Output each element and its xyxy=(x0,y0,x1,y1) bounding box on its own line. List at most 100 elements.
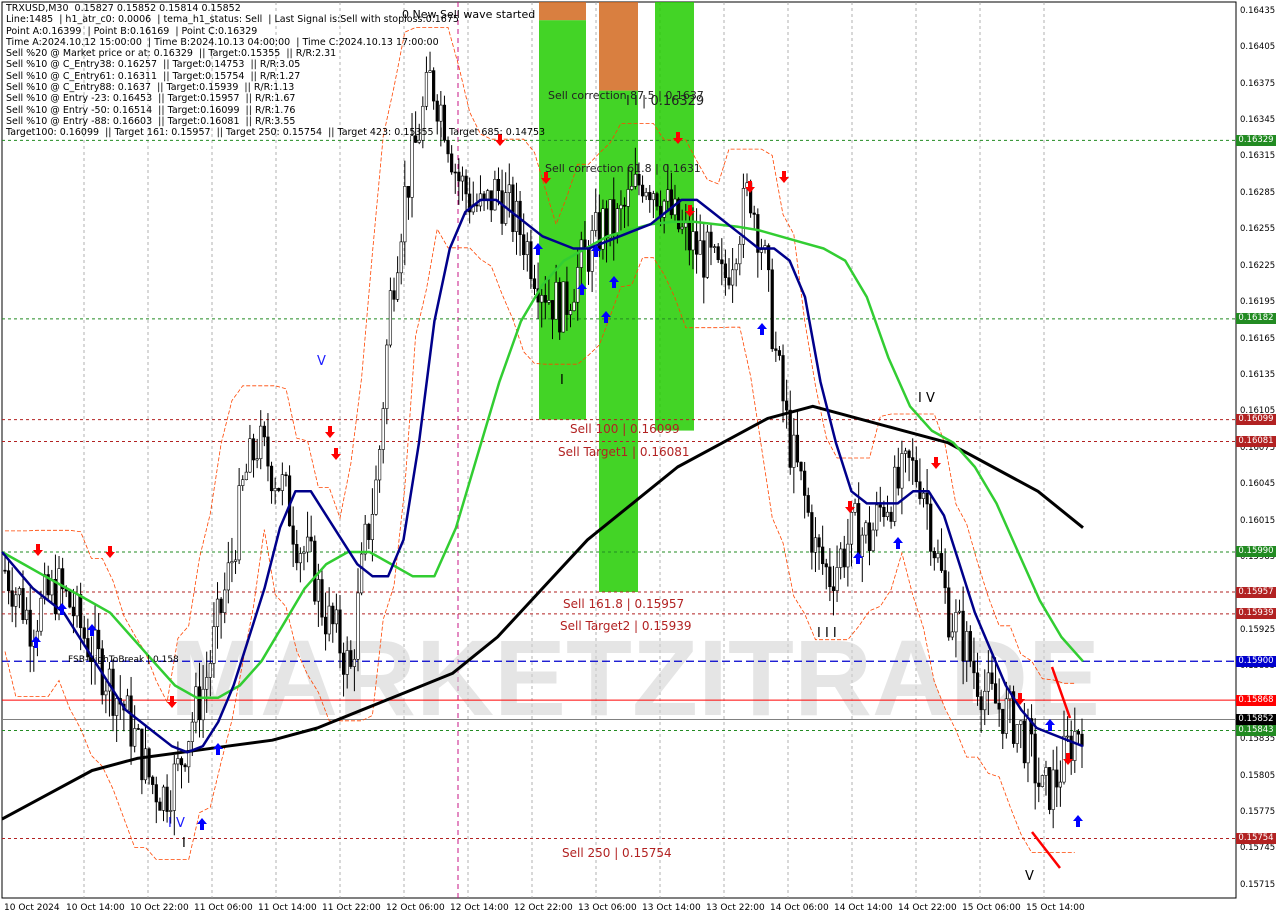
candle-body xyxy=(446,140,450,155)
candle-body xyxy=(698,240,702,255)
orange-zone xyxy=(539,2,586,21)
candle-body xyxy=(997,702,1001,710)
candle-body xyxy=(385,344,389,409)
sell-target2-label: Sell Target2 | 0.15939 xyxy=(560,619,692,633)
candle-body xyxy=(925,492,929,505)
candle-body xyxy=(615,208,619,235)
candle-body xyxy=(248,438,252,473)
candle-body xyxy=(359,553,364,594)
candle-body xyxy=(554,282,558,320)
candle-body xyxy=(316,579,320,602)
candle-body xyxy=(345,650,349,675)
price-axis-tick: 0.16015 xyxy=(1240,515,1276,526)
candle-body xyxy=(867,522,872,552)
candle-body xyxy=(644,192,648,197)
candle-body xyxy=(576,267,580,303)
price-tag: 0.15852 xyxy=(1236,714,1276,726)
candle-body xyxy=(716,246,720,261)
candle-body xyxy=(525,241,529,256)
candle-body xyxy=(363,523,367,555)
candle-body xyxy=(201,688,205,721)
candle-body xyxy=(176,758,180,765)
candle-body xyxy=(777,350,782,356)
candle-body xyxy=(313,540,317,602)
candle-body xyxy=(212,626,216,664)
candle-body xyxy=(622,204,627,207)
candle-body xyxy=(691,231,695,251)
candle-body xyxy=(323,616,328,635)
price-axis-tick: 0.16405 xyxy=(1240,42,1276,53)
candle-body xyxy=(151,776,155,785)
info-line: Time A:2024.10.12 15:00:00 | Time B:2024… xyxy=(6,36,439,48)
candle-body xyxy=(341,652,346,675)
candle-body xyxy=(655,193,659,207)
candle-body xyxy=(136,728,140,730)
candle-body xyxy=(21,588,25,621)
candle-body xyxy=(630,186,634,190)
price-axis-tick: 0.16225 xyxy=(1240,260,1276,271)
candle-body xyxy=(893,466,897,522)
candle-body xyxy=(43,574,47,599)
candle-body xyxy=(885,511,890,518)
candle-body xyxy=(565,281,569,315)
candle-body xyxy=(399,241,403,274)
candle-body xyxy=(900,453,904,489)
candle-body xyxy=(835,567,839,591)
candle-body xyxy=(558,282,562,333)
price-axis-tick: 0.16045 xyxy=(1240,479,1276,490)
candle-body xyxy=(842,548,846,568)
price-tag: 0.15900 xyxy=(1236,655,1276,667)
time-axis-tick: 14 Oct 06:00 xyxy=(770,903,829,913)
candle-body xyxy=(831,586,836,591)
candle-body xyxy=(839,548,843,568)
candle-body xyxy=(115,698,119,716)
candle-body xyxy=(824,563,828,568)
wave-v-top: V xyxy=(317,354,326,369)
candle-body xyxy=(352,658,356,667)
sell-correction-618-label: Sell correction 61.8 | 0.1631 xyxy=(545,162,701,175)
candle-body xyxy=(237,485,241,561)
candle-body xyxy=(1019,720,1023,725)
candle-body xyxy=(486,190,490,200)
candle-body xyxy=(129,695,133,747)
info-line: Sell %20 @ Market price or at: 0.16329 |… xyxy=(6,48,337,60)
candle-body xyxy=(684,222,688,228)
candle-body xyxy=(770,269,774,350)
candle-body xyxy=(702,240,706,278)
candle-body xyxy=(17,588,22,596)
candle-body xyxy=(550,300,555,320)
candle-body xyxy=(608,199,612,239)
candle-body xyxy=(273,488,277,492)
wave-v-bottom: V xyxy=(1025,869,1034,884)
candle-body xyxy=(3,569,7,572)
candle-body xyxy=(637,173,641,186)
price-axis-tick: 0.16285 xyxy=(1240,187,1276,198)
candle-body xyxy=(75,594,79,617)
candle-body xyxy=(979,696,983,711)
candle-body xyxy=(298,553,302,564)
candle-body xyxy=(633,173,637,187)
candle-body xyxy=(993,683,998,704)
candle-body xyxy=(651,193,655,201)
time-axis-tick: 15 Oct 06:00 xyxy=(962,903,1021,913)
candle-body xyxy=(25,609,29,621)
price-axis-tick: 0.16345 xyxy=(1240,114,1276,125)
candle-body xyxy=(417,139,421,143)
candle-body xyxy=(219,598,223,613)
time-axis-tick: 13 Oct 06:00 xyxy=(578,903,637,913)
candle-body xyxy=(669,189,673,216)
candle-body xyxy=(986,672,990,692)
candle-body xyxy=(226,562,230,591)
candle-body xyxy=(161,786,166,811)
candle-body xyxy=(154,784,158,803)
candle-body xyxy=(1047,767,1052,810)
candle-body xyxy=(320,579,324,618)
candle-body xyxy=(983,690,987,711)
candle-body xyxy=(82,627,86,639)
price-tag: 0.15939 xyxy=(1236,608,1276,620)
candle-body xyxy=(295,543,299,564)
candle-body xyxy=(327,605,331,635)
candle-body xyxy=(169,810,173,812)
candle-body xyxy=(1069,735,1073,761)
candle-body xyxy=(929,503,933,552)
